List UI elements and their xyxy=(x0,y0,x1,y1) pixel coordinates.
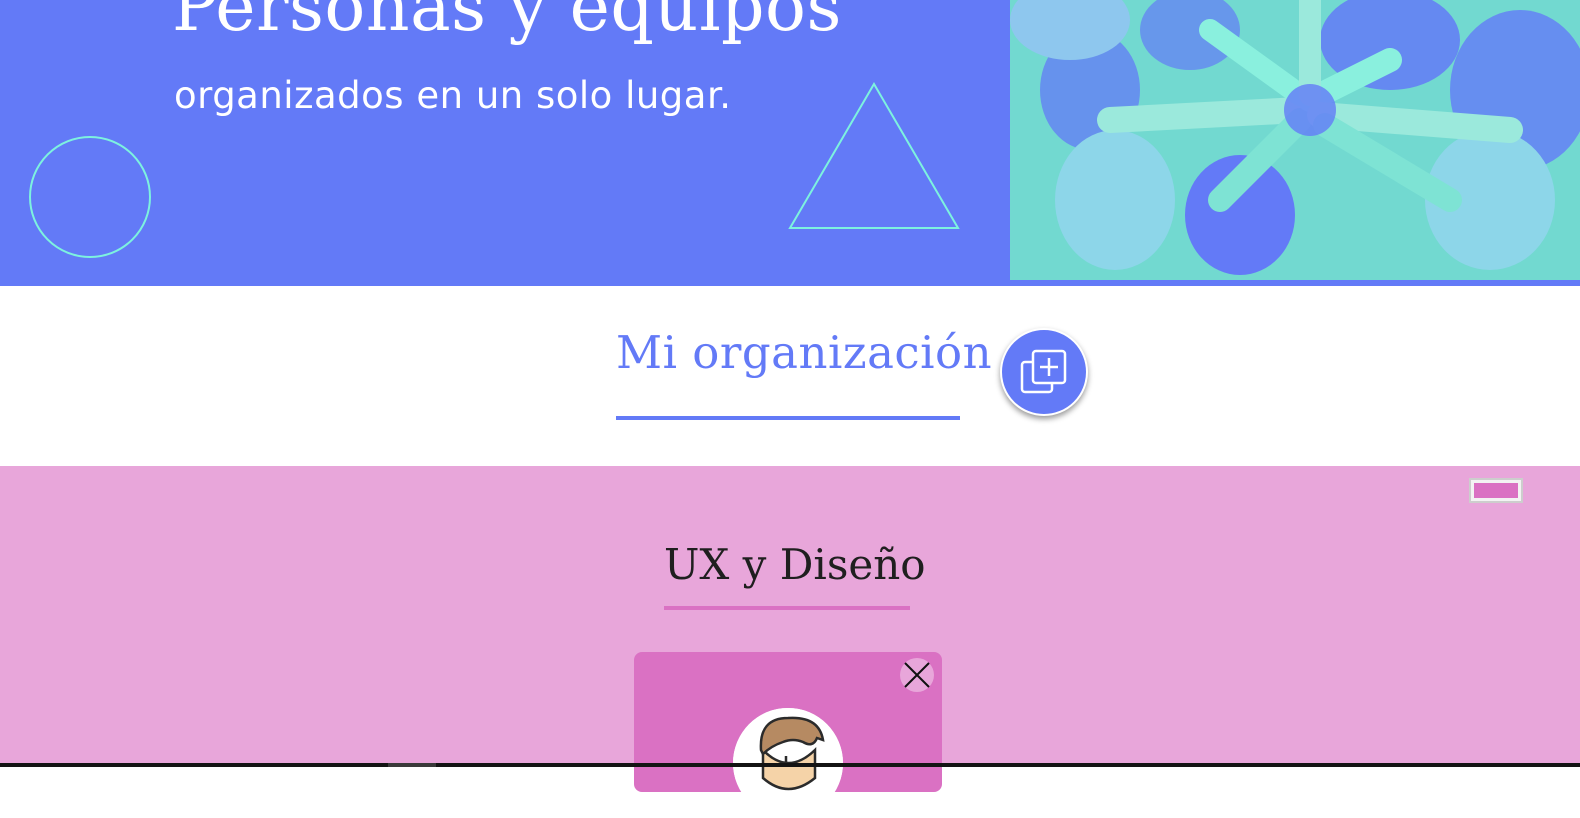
member-card[interactable] xyxy=(634,652,942,818)
organization-title-underline xyxy=(616,416,960,420)
decorative-triangle xyxy=(788,82,960,229)
team-color-swatch xyxy=(1474,483,1518,498)
add-team-button[interactable] xyxy=(1000,328,1088,416)
hero-subtitle: organizados en un solo lugar. xyxy=(174,74,732,117)
team-title-underline xyxy=(664,606,910,610)
decorative-circle xyxy=(29,136,151,258)
organization-title: Mi organización xyxy=(616,326,993,379)
team-section: UX y Diseño xyxy=(0,466,1580,818)
team-title: UX y Diseño xyxy=(664,540,926,589)
hero-title: Personas y equipos xyxy=(172,0,842,47)
organization-section: Mi organización xyxy=(0,286,1580,466)
team-hands-photo xyxy=(1010,0,1580,280)
close-icon xyxy=(904,662,930,688)
hero-banner: Personas y equipos organizados en un sol… xyxy=(0,0,1580,286)
horizontal-scrollbar[interactable] xyxy=(0,763,1580,767)
team-color-toggle[interactable] xyxy=(1469,478,1523,503)
add-copy-icon xyxy=(1020,349,1067,394)
scrollbar-thumb[interactable] xyxy=(388,763,436,767)
remove-member-button[interactable] xyxy=(900,658,934,692)
